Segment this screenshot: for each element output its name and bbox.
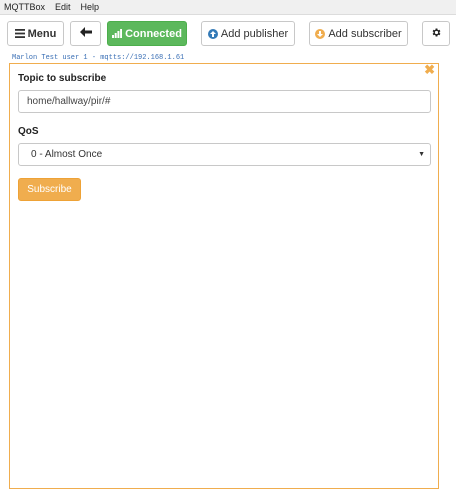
menubar-item-edit[interactable]: Edit [50,0,76,14]
add-publisher-button[interactable]: Add publisher [201,21,295,46]
subscribe-button[interactable]: Subscribe [18,178,81,201]
settings-button[interactable] [422,21,450,46]
topic-label: Topic to subscribe [18,73,107,84]
app-menubar: MQTTBox Edit Help [0,0,456,15]
subscriber-panel: ✖ Topic to subscribe QoS 0 - Almost Once… [9,63,439,489]
connected-label: Connected [125,27,182,40]
close-icon[interactable]: ✖ [424,63,435,76]
qos-select[interactable]: 0 - Almost Once ▼ [18,143,431,166]
add-subscriber-button[interactable]: Add subscriber [309,21,408,46]
menubar-item-mqttbox[interactable]: MQTTBox [0,0,50,14]
qos-label: QoS [18,126,39,137]
toolbar: Menu Connected Add publisher Add subscri… [0,15,456,52]
hamburger-icon [14,29,25,38]
menu-button[interactable]: Menu [7,21,64,46]
gear-icon [431,27,442,41]
qos-selected-value: 0 - Almost Once [31,149,103,160]
menu-button-label: Menu [27,27,57,40]
add-publisher-label: Add publisher [220,27,289,40]
topic-input[interactable] [18,90,431,113]
menubar-item-help[interactable]: Help [76,0,105,14]
signal-bars-icon [112,29,123,38]
add-subscriber-label: Add subscriber [328,27,402,40]
arrow-left-icon [79,27,92,40]
connection-label: Marlon Test user 1 - mqtts://192.168.1.6… [12,54,185,62]
arrow-up-circle-icon [207,28,218,39]
arrow-down-circle-icon [315,28,326,39]
back-button[interactable] [70,21,101,46]
caret-down-icon: ▼ [418,151,425,158]
connected-button[interactable]: Connected [107,21,187,46]
